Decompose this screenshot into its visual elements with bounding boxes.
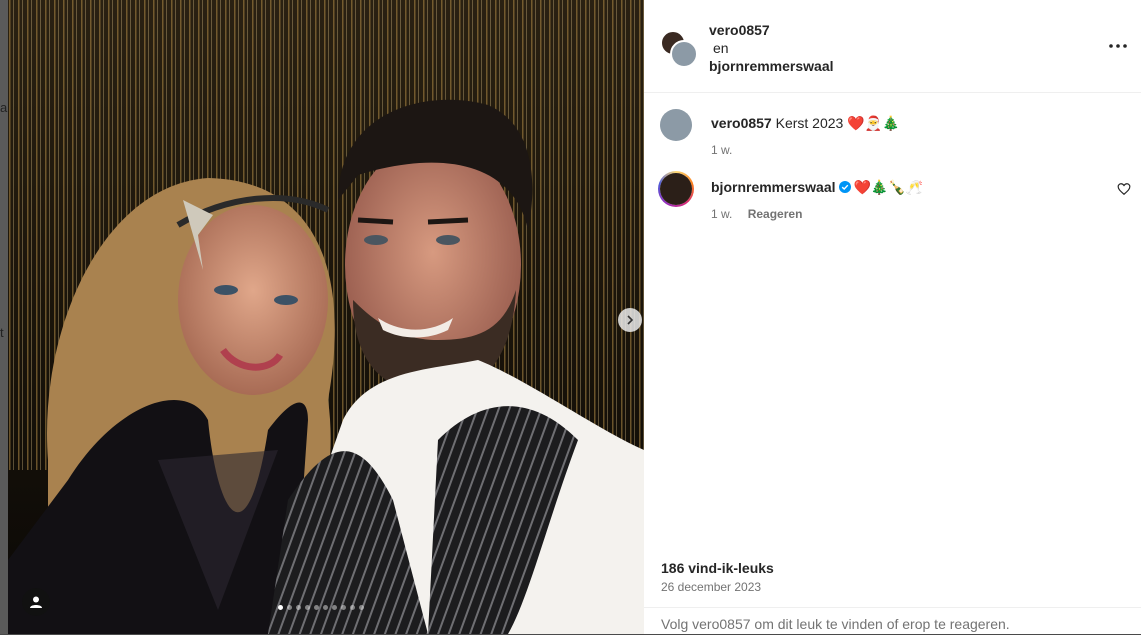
carousel-dot (314, 605, 319, 610)
author-link[interactable]: bjornremmerswaal (709, 57, 834, 75)
login-prompt: Volg vero0857 om dit leuk te vinden of e… (644, 607, 1141, 635)
follow-prompt-text: Volg vero0857 om dit leuk te vinden of e… (661, 616, 1010, 632)
author-link[interactable]: vero0857 (709, 21, 834, 39)
next-photo-button[interactable] (618, 308, 642, 332)
carousel-indicator (278, 605, 364, 610)
more-options-button[interactable] (1106, 36, 1130, 56)
carousel-dot (323, 605, 328, 610)
carousel-dot (278, 605, 283, 610)
carousel-dot (305, 605, 310, 610)
heart-outline-icon (1117, 183, 1131, 196)
verified-badge-icon (838, 181, 851, 193)
caption: vero0857 Kerst 2023 ❤️🎅🎄 1 w. (660, 109, 1120, 157)
post-detail-panel: vero0857 en bjornremmerswaal vero0857 Ke… (644, 0, 1141, 634)
comment-time[interactable]: 1 w. (711, 143, 732, 157)
tagged-users-button[interactable] (22, 588, 50, 616)
comment-meta: 1 w. Reageren (711, 207, 802, 221)
avatar[interactable] (660, 173, 692, 205)
carousel-dot (296, 605, 301, 610)
reply-button[interactable]: Reageren (748, 207, 803, 221)
like-comment-button[interactable] (1117, 182, 1131, 196)
post-header: vero0857 en bjornremmerswaal (644, 0, 1141, 93)
chevron-right-icon (627, 315, 634, 325)
collab-avatars[interactable] (660, 30, 700, 70)
backdrop-text: t (0, 325, 4, 340)
avatar[interactable] (660, 109, 692, 141)
carousel-dot (359, 605, 364, 610)
page-backdrop (0, 0, 8, 634)
comment-meta: 1 w. (711, 143, 732, 157)
comment-body: Kerst 2023 ❤️🎅🎄 (775, 115, 900, 131)
comment-author[interactable]: vero0857 (711, 115, 772, 131)
post-authors: vero0857 en bjornremmerswaal (709, 21, 834, 75)
carousel-dot (332, 605, 337, 610)
caption-text: vero0857 Kerst 2023 ❤️🎅🎄 (711, 115, 900, 132)
comment-body: ❤️🎄🍾🥂 (853, 179, 924, 195)
carousel-dot (350, 605, 355, 610)
carousel-dot (287, 605, 292, 610)
comment: bjornremmerswaal ❤️🎄🍾🥂 1 w. Reageren (658, 171, 1120, 221)
more-horizontal-icon (1109, 44, 1127, 48)
photo-image (8, 0, 644, 634)
comment-time[interactable]: 1 w. (711, 207, 732, 221)
comment-author[interactable]: bjornremmerswaal (711, 179, 836, 195)
user-tag-icon (30, 596, 42, 608)
post-date: 26 december 2023 (661, 580, 762, 594)
carousel-dot (341, 605, 346, 610)
like-count[interactable]: 186 vind-ik-leuks (661, 560, 774, 576)
post-photo (8, 0, 644, 634)
avatar (670, 40, 698, 68)
backdrop-text: a (0, 100, 8, 115)
comment-text: bjornremmerswaal ❤️🎄🍾🥂 (711, 179, 923, 196)
author-joiner: en (713, 40, 729, 56)
